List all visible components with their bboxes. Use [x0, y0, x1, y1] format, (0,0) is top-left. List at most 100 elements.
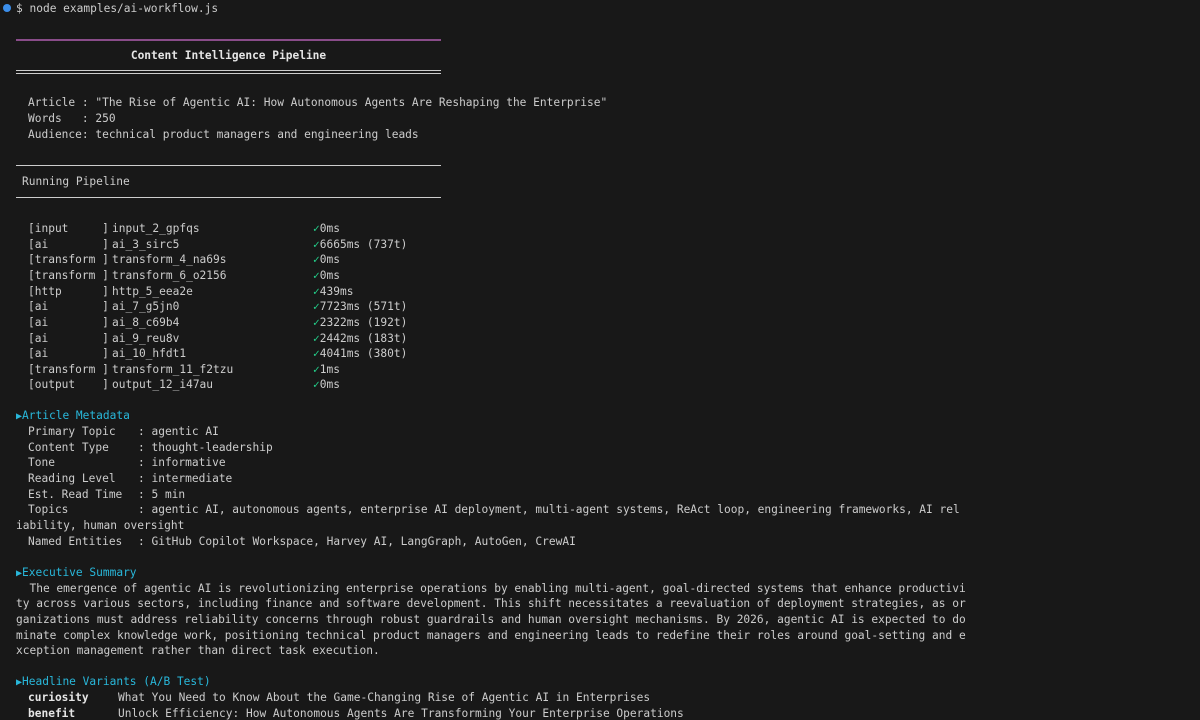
step-id: transform_6_o2156: [112, 269, 227, 282]
check-icon: ✓: [313, 347, 320, 360]
step-type: [input ]: [28, 222, 109, 235]
metadata-row: Named Entities : GitHub Copilot Workspace…: [0, 534, 1200, 550]
step-type: [ai ]: [28, 347, 109, 360]
metadata-value: : informative: [138, 456, 226, 469]
check-icon: ✓: [313, 316, 320, 329]
check-icon: ✓: [313, 300, 320, 313]
pipeline-step: [ai ] ai_10_hfdt1 ✓4041ms (380t): [0, 346, 1200, 362]
pipeline-heading: Running Pipeline: [22, 175, 130, 188]
step-type: [ai ]: [28, 316, 109, 329]
step-status: 0ms: [319, 222, 340, 235]
step-status: 7723ms (571t): [319, 300, 408, 313]
metadata-value: : agentic AI, autonomous agents, enterpr…: [138, 503, 960, 516]
headline-variant-text: Unlock Efficiency: How Autonomous Agents…: [118, 707, 684, 720]
check-icon: ✓: [313, 238, 320, 251]
step-id: http_5_eea2e: [112, 285, 193, 298]
pipeline-step: [ai ] ai_8_c69b4 ✓2322ms (192t): [0, 315, 1200, 331]
step-type: [transform ]: [28, 253, 109, 266]
check-icon: ✓: [313, 269, 320, 282]
metadata-key: Content Type: [28, 441, 109, 454]
metadata-key: Topics: [28, 503, 69, 516]
step-status: 4041ms (380t): [319, 347, 408, 360]
metadata-key: Named Entities: [28, 535, 123, 548]
step-id: ai_10_hfdt1: [112, 347, 187, 360]
summary-line: xception management rather than direct t…: [16, 644, 380, 657]
summary-line: ganizations must address reliability con…: [16, 613, 966, 626]
metadata-value: : agentic AI: [138, 425, 219, 438]
banner-top-rule: [16, 39, 441, 41]
step-id: ai_3_sirc5: [112, 238, 180, 251]
command-line: $ node examples/ai-workflow.js: [16, 1, 218, 17]
headline-variant: curiosity What You Need to Know About the…: [0, 690, 1200, 706]
pipeline-step: [ai ] ai_3_sirc5 ✓6665ms (737t): [0, 237, 1200, 253]
prompt-symbol: $: [16, 2, 23, 15]
step-id: ai_7_g5jn0: [112, 300, 180, 313]
step-type: [output ]: [28, 378, 109, 391]
command-status-dot-icon[interactable]: [3, 4, 11, 12]
command-text: node examples/ai-workflow.js: [29, 2, 219, 15]
section-heading-summary: ▶Executive Summary: [16, 565, 137, 581]
step-id: input_2_gpfqs: [112, 222, 200, 235]
metadata-row: Reading Level: intermediate: [0, 471, 1200, 487]
step-id: transform_11_f2tzu: [112, 363, 234, 376]
pipeline-step: [transform ] transform_6_o2156 ✓0ms: [0, 268, 1200, 284]
step-id: transform_4_na69s: [112, 253, 227, 266]
step-id: ai_9_reu8v: [112, 332, 180, 345]
metadata-key: Primary Topic: [28, 425, 116, 438]
check-icon: ✓: [313, 332, 320, 345]
step-status: 2442ms (183t): [319, 332, 408, 345]
terminal[interactable]: $ node examples/ai-workflow.js Content I…: [0, 0, 1200, 720]
pipeline-step: [ai ] ai_7_g5jn0 ✓7723ms (571t): [0, 299, 1200, 315]
step-type: [transform ]: [28, 363, 109, 376]
step-id: ai_8_c69b4: [112, 316, 180, 329]
summary-heading: Executive Summary: [22, 566, 137, 579]
pipeline-step: [ai ] ai_9_reu8v ✓2442ms (183t): [0, 331, 1200, 347]
headline-variant-key: curiosity: [28, 691, 89, 704]
metadata-heading: Article Metadata: [22, 409, 130, 422]
step-status: 0ms: [319, 269, 340, 282]
metadata-wrap-line: iability, human oversight: [16, 519, 185, 532]
step-status: 439ms: [319, 285, 354, 298]
metadata-value: : 5 min: [138, 488, 186, 501]
pipeline-step: [transform ] transform_11_f2tzu ✓1ms: [0, 362, 1200, 378]
pipeline-step: [transform ] transform_4_na69s ✓0ms: [0, 252, 1200, 268]
pipeline-bottom-rule: [16, 197, 441, 198]
pipeline-step: [output ] output_12_i47au ✓0ms: [0, 377, 1200, 393]
pipeline-step: [input ] input_2_gpfqs ✓0ms: [0, 221, 1200, 237]
step-id: output_12_i47au: [112, 378, 214, 391]
step-status: 0ms: [319, 378, 340, 391]
metadata-value: : GitHub Copilot Workspace, Harvey AI, L…: [138, 535, 576, 548]
pipeline-step: [http ] http_5_eea2e ✓439ms: [0, 284, 1200, 300]
headlines-heading: Headline Variants (A/B Test): [22, 675, 211, 688]
section-heading-metadata: ▶Article Metadata: [16, 408, 130, 424]
metadata-row: Content Type : thought-leadership: [0, 440, 1200, 456]
step-type: [ai ]: [28, 238, 109, 251]
metadata-row: Tone : informative: [0, 455, 1200, 471]
step-status: 6665ms (737t): [319, 238, 408, 251]
metadata-row: Primary Topic : agentic AI: [0, 424, 1200, 440]
article-audience-line: Audience: technical product managers and…: [28, 128, 419, 141]
metadata-row: Est. Read Time : 5 min: [0, 487, 1200, 503]
check-icon: ✓: [313, 253, 320, 266]
summary-line: ty across various sectors, including fin…: [16, 597, 966, 610]
pipeline-top-rule: [16, 165, 441, 166]
step-status: 1ms: [319, 363, 340, 376]
step-type: [transform ]: [28, 269, 109, 282]
summary-line: The emergence of agentic AI is revolutio…: [16, 582, 966, 595]
headline-variant-text: What You Need to Know About the Game-Cha…: [118, 691, 651, 704]
metadata-row: Topics : agentic AI, autonomous agents, e…: [0, 502, 1200, 518]
step-type: [http ]: [28, 285, 109, 298]
step-type: [ai ]: [28, 332, 109, 345]
banner-bottom-rule: [16, 70, 441, 74]
step-status: 0ms: [319, 253, 340, 266]
metadata-value: : intermediate: [138, 472, 233, 485]
check-icon: ✓: [313, 363, 320, 376]
banner-title: Content Intelligence Pipeline: [130, 49, 327, 62]
metadata-value: : thought-leadership: [138, 441, 273, 454]
step-status: 2322ms (192t): [319, 316, 408, 329]
check-icon: ✓: [313, 222, 320, 235]
metadata-key: Est. Read Time: [28, 488, 123, 501]
metadata-key: Tone: [28, 456, 55, 469]
section-heading-headlines: ▶Headline Variants (A/B Test): [16, 674, 211, 690]
headline-variant-key: benefit: [28, 707, 76, 720]
